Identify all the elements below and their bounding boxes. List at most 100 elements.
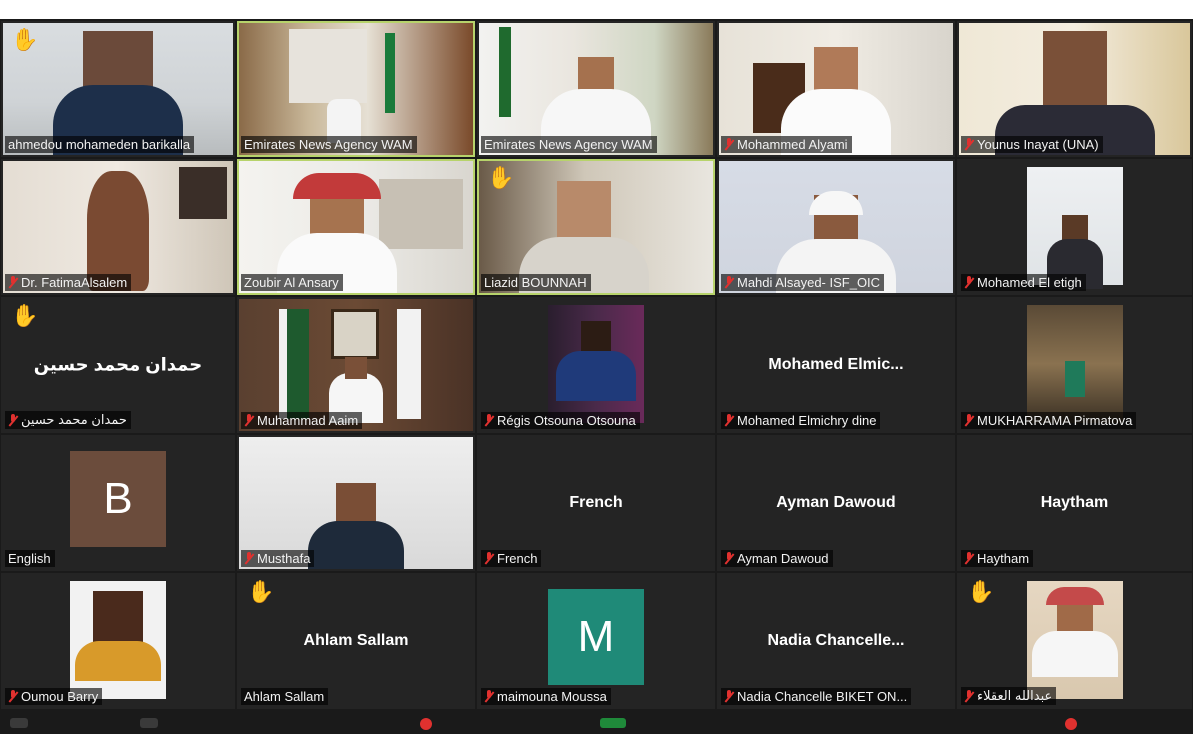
participant-silhouette: [1042, 31, 1107, 109]
participant-name-label: Musthafa: [241, 550, 315, 567]
participant-name-label: Mohammed Alyami: [721, 136, 852, 153]
participant-name-label: Emirates News Agency WAM: [481, 136, 657, 153]
participant-tile[interactable]: Ayman Dawoud Ayman Dawoud: [717, 435, 955, 571]
participant-name-label: Dr. FatimaAlsalem: [5, 274, 132, 291]
participant-avatar: M: [548, 589, 644, 685]
participant-video: [70, 581, 166, 699]
participant-tile[interactable]: Mohammed Alyami: [717, 21, 955, 157]
meeting-toolbar: [0, 712, 1193, 734]
participant-display-name: حمدان محمد حسين: [33, 354, 203, 375]
mic-muted-icon: [244, 552, 254, 565]
participant-tile[interactable]: Mohamed El etigh: [957, 159, 1192, 295]
participant-name-label: Mohamed Elmichry dine: [721, 412, 881, 429]
participant-avatar: B: [70, 451, 166, 547]
participant-tile[interactable]: Régis Otsouna Otsouna: [477, 297, 715, 433]
participant-tile[interactable]: ✋ Liazid BOUNNAH: [477, 159, 715, 295]
participant-tile[interactable]: Musthafa: [237, 435, 475, 571]
participant-tile[interactable]: M maimouna Moussa: [477, 573, 715, 709]
wall-frame: [179, 167, 227, 219]
mic-muted-icon: [8, 690, 18, 703]
participant-body: [308, 521, 404, 569]
raised-hand-icon: ✋: [11, 303, 39, 328]
participant-name-label: Mohamed El etigh: [961, 274, 1086, 291]
participant-tile[interactable]: Muhammad Aaim: [237, 297, 475, 433]
participant-body: [1031, 631, 1118, 677]
participant-name-label: Emirates News Agency WAM: [241, 136, 417, 153]
toolbar-button[interactable]: [140, 718, 158, 728]
participant-tile[interactable]: Zoubir Al Ansary: [237, 159, 475, 295]
participant-display-name: French: [569, 494, 623, 511]
participant-tile[interactable]: Mahdi Alsayed- ISF_OIC: [717, 159, 955, 295]
participant-name-label: Ayman Dawoud: [721, 550, 833, 567]
participant-name-label: Liazid BOUNNAH: [481, 274, 591, 291]
participant-body: [75, 641, 161, 681]
participant-display-name: Mohamed Elmic...: [768, 356, 904, 373]
participant-display-name: Haytham: [1040, 494, 1109, 511]
participant-name-label: maimouna Moussa: [481, 688, 611, 705]
flag: [499, 27, 511, 117]
participant-silhouette: [87, 171, 149, 291]
raised-hand-icon: ✋: [487, 165, 515, 190]
participant-silhouette: [93, 591, 143, 645]
gallery-view: ✋ ahmedou mohameden barikalla Emirates N…: [0, 20, 1193, 710]
participant-tile[interactable]: Emirates News Agency WAM: [477, 21, 715, 157]
headwear: [1045, 587, 1104, 605]
toolbar-button[interactable]: [10, 718, 28, 728]
mic-muted-icon: [724, 276, 734, 289]
mic-muted-icon: [724, 552, 734, 565]
toolbar-button[interactable]: [420, 718, 432, 730]
toolbar-button[interactable]: [600, 718, 626, 728]
avatar-letter: M: [577, 612, 615, 661]
participant-silhouette: [345, 357, 367, 379]
participant-tile[interactable]: ✋ Ahlam Sallam Ahlam Sallam: [237, 573, 475, 709]
participant-name-label: Ahlam Sallam: [241, 688, 329, 705]
participant-name-label: MUKHARRAMA Pirmatova: [961, 412, 1137, 429]
mic-muted-icon: [964, 276, 974, 289]
participant-display-name: Ayman Dawoud: [776, 494, 896, 511]
participant-tile[interactable]: French French: [477, 435, 715, 571]
participant-video: [1026, 305, 1123, 423]
participant-name-label: Oumou Barry: [5, 688, 103, 705]
participant-tile[interactable]: Mohamed Elmic... Mohamed Elmichry dine: [717, 297, 955, 433]
toolbar-button[interactable]: [1065, 718, 1077, 730]
headwear: [293, 173, 382, 199]
mic-muted-icon: [724, 138, 734, 151]
participant-silhouette: [557, 181, 612, 243]
participant-name-label: Haytham: [961, 550, 1034, 567]
participant-tile[interactable]: Oumou Barry: [1, 573, 235, 709]
participant-tile[interactable]: Younus Inayat (UNA): [957, 21, 1192, 157]
participant-tile[interactable]: Nadia Chancelle... Nadia Chancelle BIKET…: [717, 573, 955, 709]
participant-silhouette: [1064, 361, 1085, 397]
participant-video: [548, 305, 644, 423]
wall-shelf: [379, 179, 463, 249]
flag: [385, 33, 395, 113]
participant-tile[interactable]: Dr. FatimaAlsalem: [1, 159, 235, 295]
mic-muted-icon: [964, 414, 974, 427]
mic-muted-icon: [484, 414, 494, 427]
participant-tile[interactable]: ✋ حمدان محمد حسين حمدان محمد حسين: [1, 297, 235, 433]
participant-name-label: English: [5, 550, 55, 567]
participant-silhouette: [581, 321, 611, 355]
framed-photo: [289, 29, 367, 103]
participant-tile[interactable]: B English: [1, 435, 235, 571]
participant-tile[interactable]: ✋ ahmedou mohameden barikalla: [1, 21, 235, 157]
mic-muted-icon: [8, 276, 18, 289]
participant-name-label: ahmedou mohameden barikalla: [5, 136, 195, 153]
participant-tile[interactable]: MUKHARRAMA Pirmatova: [957, 297, 1192, 433]
participant-tile[interactable]: ✋ عبدالله العقلاء: [957, 573, 1192, 709]
top-edge-strip: [0, 0, 1193, 19]
raised-hand-icon: ✋: [967, 579, 995, 604]
participant-name-label: عبدالله العقلاء: [961, 687, 1057, 705]
wall-portrait: [331, 309, 379, 359]
raised-hand-icon: ✋: [11, 27, 39, 52]
mic-muted-icon: [244, 414, 254, 427]
participant-display-name: Ahlam Sallam: [303, 632, 409, 649]
raised-hand-icon: ✋: [247, 579, 275, 604]
participant-tile[interactable]: Emirates News Agency WAM: [237, 21, 475, 157]
participant-name-label: Mahdi Alsayed- ISF_OIC: [721, 274, 885, 291]
participant-name-label: حمدان محمد حسين: [5, 411, 131, 429]
mic-muted-icon: [484, 552, 494, 565]
participant-name-label: Nadia Chancelle BIKET ON...: [721, 688, 912, 705]
participant-tile[interactable]: Haytham Haytham: [957, 435, 1192, 571]
mic-muted-icon: [8, 413, 18, 427]
